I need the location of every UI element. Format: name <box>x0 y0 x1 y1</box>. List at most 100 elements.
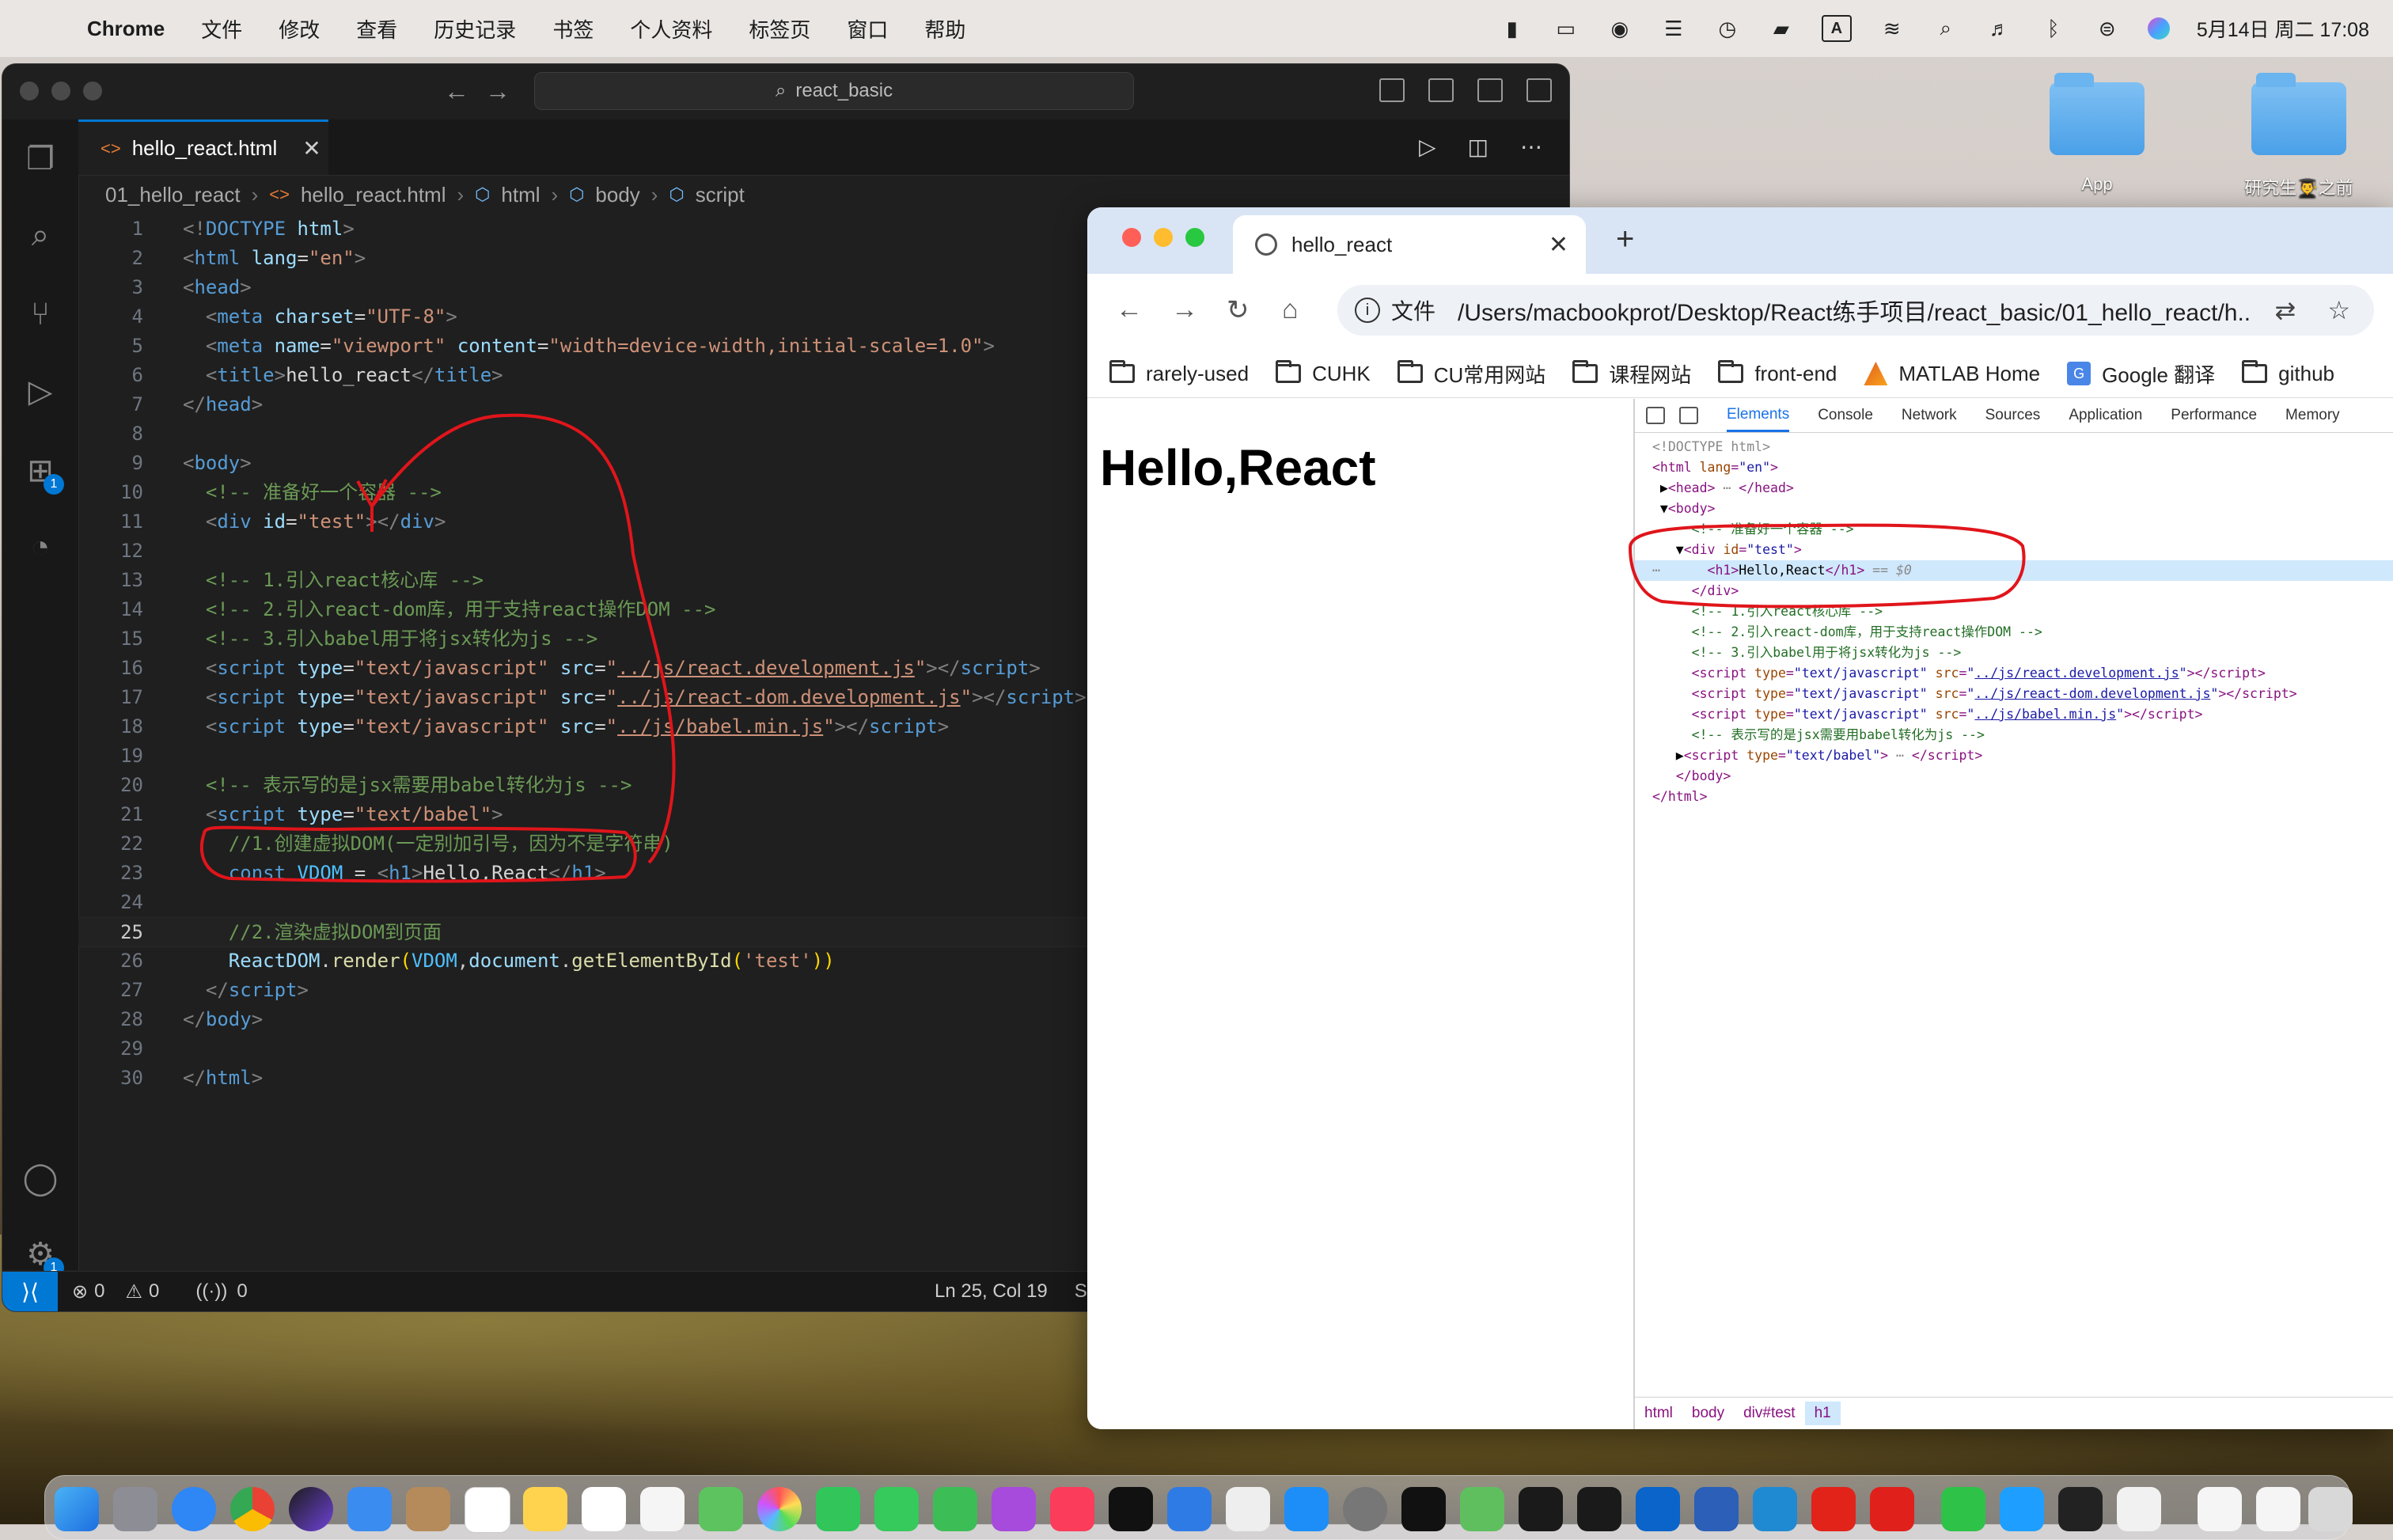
numbers-icon[interactable] <box>933 1487 977 1531</box>
wechat-icon[interactable]: ◉ <box>1606 17 1633 40</box>
source-control-icon[interactable]: ⑂ <box>20 294 61 335</box>
stage-manager-icon[interactable]: ☰ <box>1660 17 1687 40</box>
reload-button[interactable]: ↻ <box>1227 294 1250 326</box>
dom-node[interactable]: <!-- 3.引入babel用于将jsx转化为js --> <box>1652 643 2393 663</box>
dom-node[interactable]: <!-- 表示写的是jsx需要用babel转化为js --> <box>1652 725 2393 745</box>
maps-icon[interactable] <box>699 1487 743 1531</box>
dom-node[interactable]: ▼<div id="test"> <box>1652 540 2393 560</box>
crumb-h1[interactable]: h1 <box>1804 1402 1841 1425</box>
minimize-window-button[interactable] <box>51 82 70 101</box>
bookmark-matlab-home[interactable]: MATLAB Home <box>1864 362 2040 386</box>
lark-icon[interactable] <box>2000 1487 2044 1531</box>
toggle-primary-sidebar-icon[interactable] <box>1379 78 1405 102</box>
finder-icon[interactable] <box>55 1487 99 1531</box>
status-truncated[interactable]: S <box>1075 1280 1087 1303</box>
reminders-icon[interactable] <box>640 1487 685 1531</box>
dom-node[interactable]: <html lang="en"> <box>1652 457 2393 478</box>
photos-icon[interactable] <box>757 1487 802 1531</box>
maximize-window-button[interactable] <box>1185 228 1204 247</box>
desktop-folder-before-grad[interactable]: 研究生👨‍🎓之前 <box>2239 73 2358 199</box>
siri-icon[interactable] <box>2147 17 2170 40</box>
account-icon[interactable]: ◯ <box>20 1158 61 1199</box>
freeform-icon[interactable] <box>582 1487 626 1531</box>
dom-node[interactable]: </div> <box>1652 581 2393 601</box>
search-icon[interactable]: ⌕ <box>20 214 61 256</box>
facetime-icon[interactable] <box>816 1487 860 1531</box>
split-editor-icon[interactable]: ◫ <box>1468 134 1489 160</box>
bookmark-star-icon[interactable]: ☆ <box>2327 295 2350 325</box>
close-window-button[interactable] <box>1122 228 1141 247</box>
screen-mirror-icon[interactable]: ▭ <box>1553 17 1580 40</box>
breadcrumb-body[interactable]: body <box>595 183 639 207</box>
dom-node-selected[interactable]: ⋯ <h1>Hello,React</h1> == $0 <box>1635 560 2393 581</box>
pycharm-icon[interactable] <box>1577 1487 1621 1531</box>
bookmark-cuhk[interactable]: CUHK <box>1276 360 1371 386</box>
typora-icon[interactable] <box>2117 1487 2161 1531</box>
launchpad-icon[interactable] <box>113 1487 157 1531</box>
trash-icon[interactable] <box>2308 1487 2353 1531</box>
customize-layout-icon[interactable] <box>1526 78 1552 102</box>
word-icon[interactable] <box>1694 1487 1739 1531</box>
user-badge-icon[interactable]: ▮ <box>1499 17 1526 40</box>
menu-help[interactable]: 帮助 <box>924 14 965 44</box>
translate-icon[interactable]: ⇄ <box>2275 295 2296 325</box>
cursor-position[interactable]: Ln 25, Col 19 <box>935 1280 1048 1303</box>
toggle-secondary-sidebar-icon[interactable] <box>1477 78 1503 102</box>
close-tab-icon[interactable]: ✕ <box>1549 231 1568 259</box>
music-icon[interactable] <box>1050 1487 1094 1531</box>
dom-node[interactable]: <!-- 准备好一个容器 --> <box>1652 519 2393 540</box>
run-icon[interactable]: ▷ <box>1419 134 1436 160</box>
dom-node[interactable]: </html> <box>1652 787 2393 807</box>
address-bar[interactable]: i 文件 /Users/macbookprot/Desktop/React练手项… <box>1337 285 2374 336</box>
apple-tv-icon[interactable] <box>1109 1487 1153 1531</box>
dom-node[interactable]: <script type="text/javascript" src="../j… <box>1652 704 2393 725</box>
clion-icon[interactable] <box>1519 1487 1563 1531</box>
new-tab-button[interactable]: + <box>1616 222 1634 257</box>
menu-file[interactable]: 文件 <box>201 14 242 44</box>
more-actions-icon[interactable]: ⋯ <box>1520 134 1542 160</box>
back-arrow-icon[interactable]: ← <box>444 77 485 105</box>
menu-bookmarks[interactable]: 书签 <box>552 14 594 44</box>
tab-application[interactable]: Application <box>2069 399 2142 432</box>
messages-icon[interactable] <box>874 1487 919 1531</box>
crumb-body[interactable]: body <box>1682 1402 1734 1425</box>
device-toolbar-icon[interactable] <box>1679 407 1698 424</box>
dom-node[interactable]: <!DOCTYPE html> <box>1652 437 2393 457</box>
breadcrumb-folder[interactable]: 01_hello_react <box>105 183 241 207</box>
dom-node[interactable]: <script type="text/javascript" src="../j… <box>1652 663 2393 684</box>
tab-network[interactable]: Network <box>1902 399 1957 432</box>
input-method-icon[interactable]: A <box>1821 15 1852 42</box>
extensions-icon[interactable]: ⊞ 1 <box>20 450 64 495</box>
command-center-search[interactable]: ⌕ react_basic <box>534 72 1134 110</box>
spotlight-search-icon[interactable]: ⌕ <box>1932 16 1959 40</box>
crumb-html[interactable]: html <box>1635 1402 1682 1425</box>
dom-node[interactable]: ▶<head> ⋯ </head> <box>1652 478 2393 499</box>
recent-stack-icon[interactable] <box>2256 1487 2300 1531</box>
url-text[interactable]: /Users/macbookprot/Desktop/React练手项目/rea… <box>1458 293 2249 328</box>
youdao-icon[interactable] <box>1870 1487 1914 1531</box>
dom-node[interactable]: <script type="text/javascript" src="../j… <box>1652 684 2393 704</box>
safari-icon[interactable] <box>172 1487 216 1531</box>
airpods-icon[interactable]: ♬ <box>1986 17 2013 40</box>
menu-history[interactable]: 历史记录 <box>434 14 516 44</box>
siri-app-icon[interactable] <box>289 1487 333 1531</box>
menu-profiles[interactable]: 个人资料 <box>630 14 712 44</box>
menu-tabs[interactable]: 标签页 <box>749 14 810 44</box>
toggle-panel-icon[interactable] <box>1428 78 1454 102</box>
back-button[interactable]: ← <box>1116 294 1143 325</box>
bookmark-rarely-used[interactable]: rarely-used <box>1109 360 1249 386</box>
contacts-icon[interactable] <box>406 1487 450 1531</box>
wechat-dock-icon[interactable] <box>1941 1487 1985 1531</box>
menu-clock[interactable]: 5月14日 周二 17:08 <box>2197 14 2369 43</box>
textedit-icon[interactable] <box>1226 1487 1270 1531</box>
close-tab-icon[interactable]: ✕ <box>302 135 320 161</box>
tab-sources[interactable]: Sources <box>1985 399 2041 432</box>
forward-button[interactable]: → <box>1171 294 1198 325</box>
info-icon[interactable]: i <box>1355 298 1380 323</box>
desktop-folder-app[interactable]: App <box>2046 73 2148 195</box>
podcasts-icon[interactable] <box>992 1487 1036 1531</box>
notes-icon[interactable] <box>523 1487 567 1531</box>
netease-music-icon[interactable] <box>1811 1487 1856 1531</box>
run-debug-icon[interactable]: ▷ <box>20 371 61 412</box>
menu-app-name[interactable]: Chrome <box>87 17 165 41</box>
